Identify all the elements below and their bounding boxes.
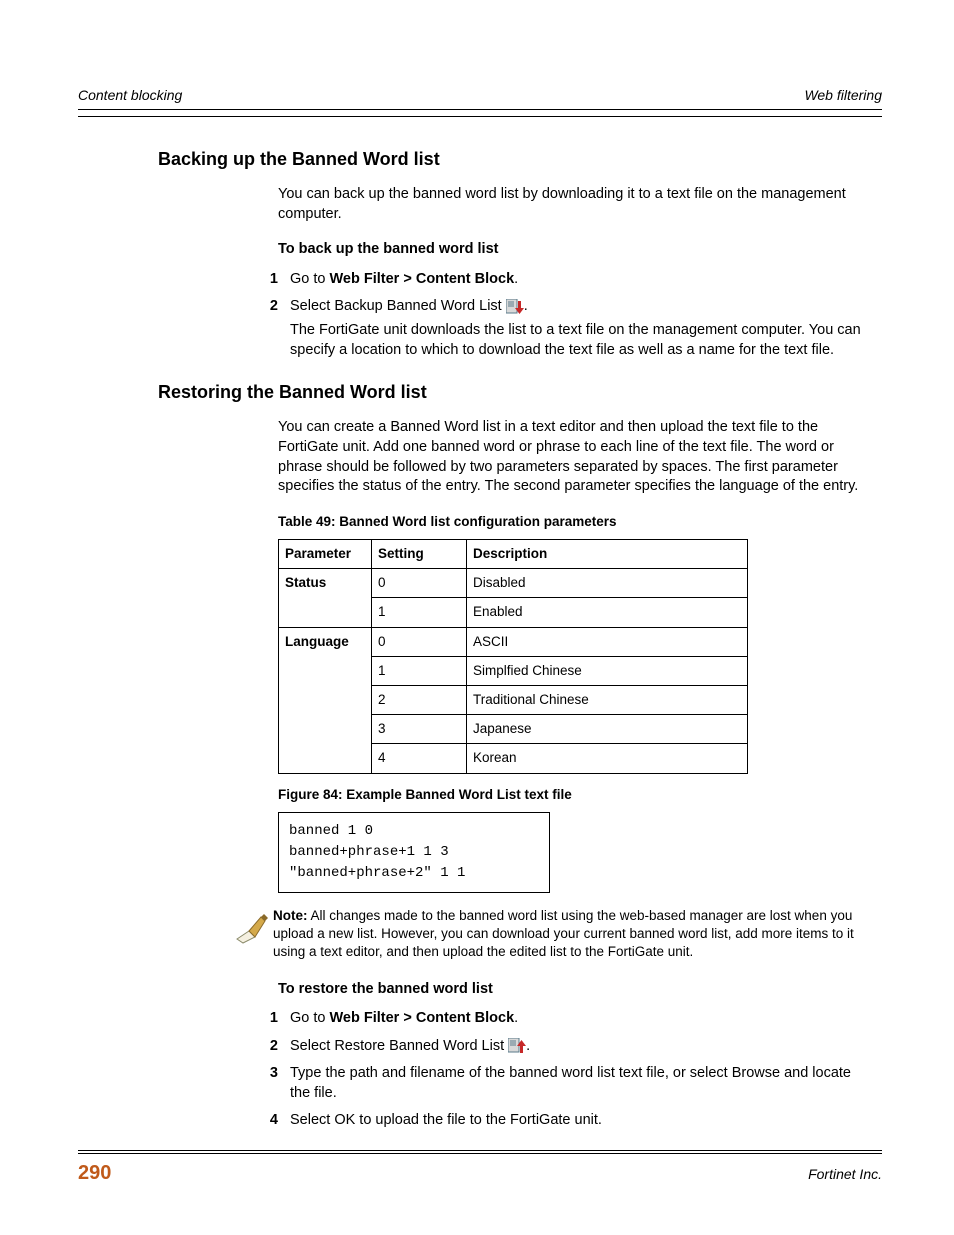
- restore-step-4: 4 Select OK to upload the file to the Fo…: [258, 1111, 872, 1131]
- running-header-right: Web filtering: [804, 86, 882, 105]
- step-number: 2: [258, 297, 278, 360]
- header-rule-2: [78, 116, 882, 117]
- restore-step-3: 3 Type the path and filename of the bann…: [258, 1064, 872, 1103]
- th-setting: Setting: [372, 539, 467, 568]
- td-setting: 1: [372, 656, 467, 685]
- note-block: Note: All changes made to the banned wor…: [233, 907, 872, 962]
- upload-icon: [508, 1038, 526, 1054]
- restore-proc-heading: To restore the banned word list: [278, 980, 872, 1000]
- td-desc: ASCII: [467, 627, 748, 656]
- table-caption: Table 49: Banned Word list configuration…: [278, 513, 872, 531]
- td-setting: 1: [372, 598, 467, 627]
- td-desc: Traditional Chinese: [467, 685, 748, 714]
- backup-step-2: 2 Select Backup Banned Word List . The F…: [258, 297, 872, 360]
- td-setting: 3: [372, 715, 467, 744]
- page-number: 290: [78, 1160, 111, 1187]
- note-text: Note: All changes made to the banned wor…: [273, 907, 872, 962]
- step-number: 2: [258, 1037, 278, 1057]
- code-line: banned+phrase+1 1 3: [289, 842, 539, 863]
- step-number: 3: [258, 1064, 278, 1103]
- td-desc: Korean: [467, 744, 748, 773]
- param-table: Parameter Setting Description Status 0 D…: [278, 539, 748, 774]
- td-setting: 2: [372, 685, 467, 714]
- backup-step-1: 1 Go to Web Filter > Content Block.: [258, 270, 872, 290]
- td-param: Language: [279, 627, 372, 773]
- backup-proc-heading: To back up the banned word list: [278, 240, 872, 260]
- restore-step-2: 2 Select Restore Banned Word List .: [258, 1037, 872, 1057]
- code-example: banned 1 0 banned+phrase+1 1 3 "banned+p…: [278, 812, 550, 893]
- footer-rule-2: [78, 1153, 882, 1154]
- step-number: 4: [258, 1111, 278, 1131]
- step-text: Go to Web Filter > Content Block.: [290, 270, 872, 290]
- step-number: 1: [258, 1009, 278, 1029]
- running-header: Content blocking Web filtering: [78, 86, 882, 105]
- note-icon: [233, 909, 273, 962]
- heading-restore: Restoring the Banned Word list: [158, 380, 882, 404]
- backup-intro: You can back up the banned word list by …: [278, 185, 872, 224]
- step-text: Select OK to upload the file to the Fort…: [290, 1111, 872, 1131]
- th-description: Description: [467, 539, 748, 568]
- step-text: Select Restore Banned Word List .: [290, 1037, 872, 1057]
- restore-intro: You can create a Banned Word list in a t…: [278, 418, 872, 496]
- heading-backup: Backing up the Banned Word list: [158, 147, 882, 171]
- step-number: 1: [258, 270, 278, 290]
- page-footer: 290 Fortinet Inc.: [78, 1150, 882, 1187]
- download-icon: [506, 299, 524, 315]
- td-desc: Japanese: [467, 715, 748, 744]
- td-desc: Disabled: [467, 569, 748, 598]
- td-desc: Enabled: [467, 598, 748, 627]
- footer-rule-1: [78, 1150, 882, 1151]
- td-setting: 4: [372, 744, 467, 773]
- running-header-left: Content blocking: [78, 86, 182, 105]
- td-setting: 0: [372, 627, 467, 656]
- header-rule-1: [78, 109, 882, 110]
- code-line: "banned+phrase+2" 1 1: [289, 863, 539, 884]
- td-param: Status: [279, 569, 372, 627]
- td-desc: Simplfied Chinese: [467, 656, 748, 685]
- figure-caption: Figure 84: Example Banned Word List text…: [278, 786, 872, 804]
- footer-company: Fortinet Inc.: [808, 1165, 882, 1184]
- code-line: banned 1 0: [289, 821, 539, 842]
- step-text: Type the path and filename of the banned…: [290, 1064, 872, 1103]
- step-text: Go to Web Filter > Content Block.: [290, 1009, 872, 1029]
- restore-step-1: 1 Go to Web Filter > Content Block.: [258, 1009, 872, 1029]
- td-setting: 0: [372, 569, 467, 598]
- step-text: Select Backup Banned Word List . The For…: [290, 297, 872, 360]
- th-parameter: Parameter: [279, 539, 372, 568]
